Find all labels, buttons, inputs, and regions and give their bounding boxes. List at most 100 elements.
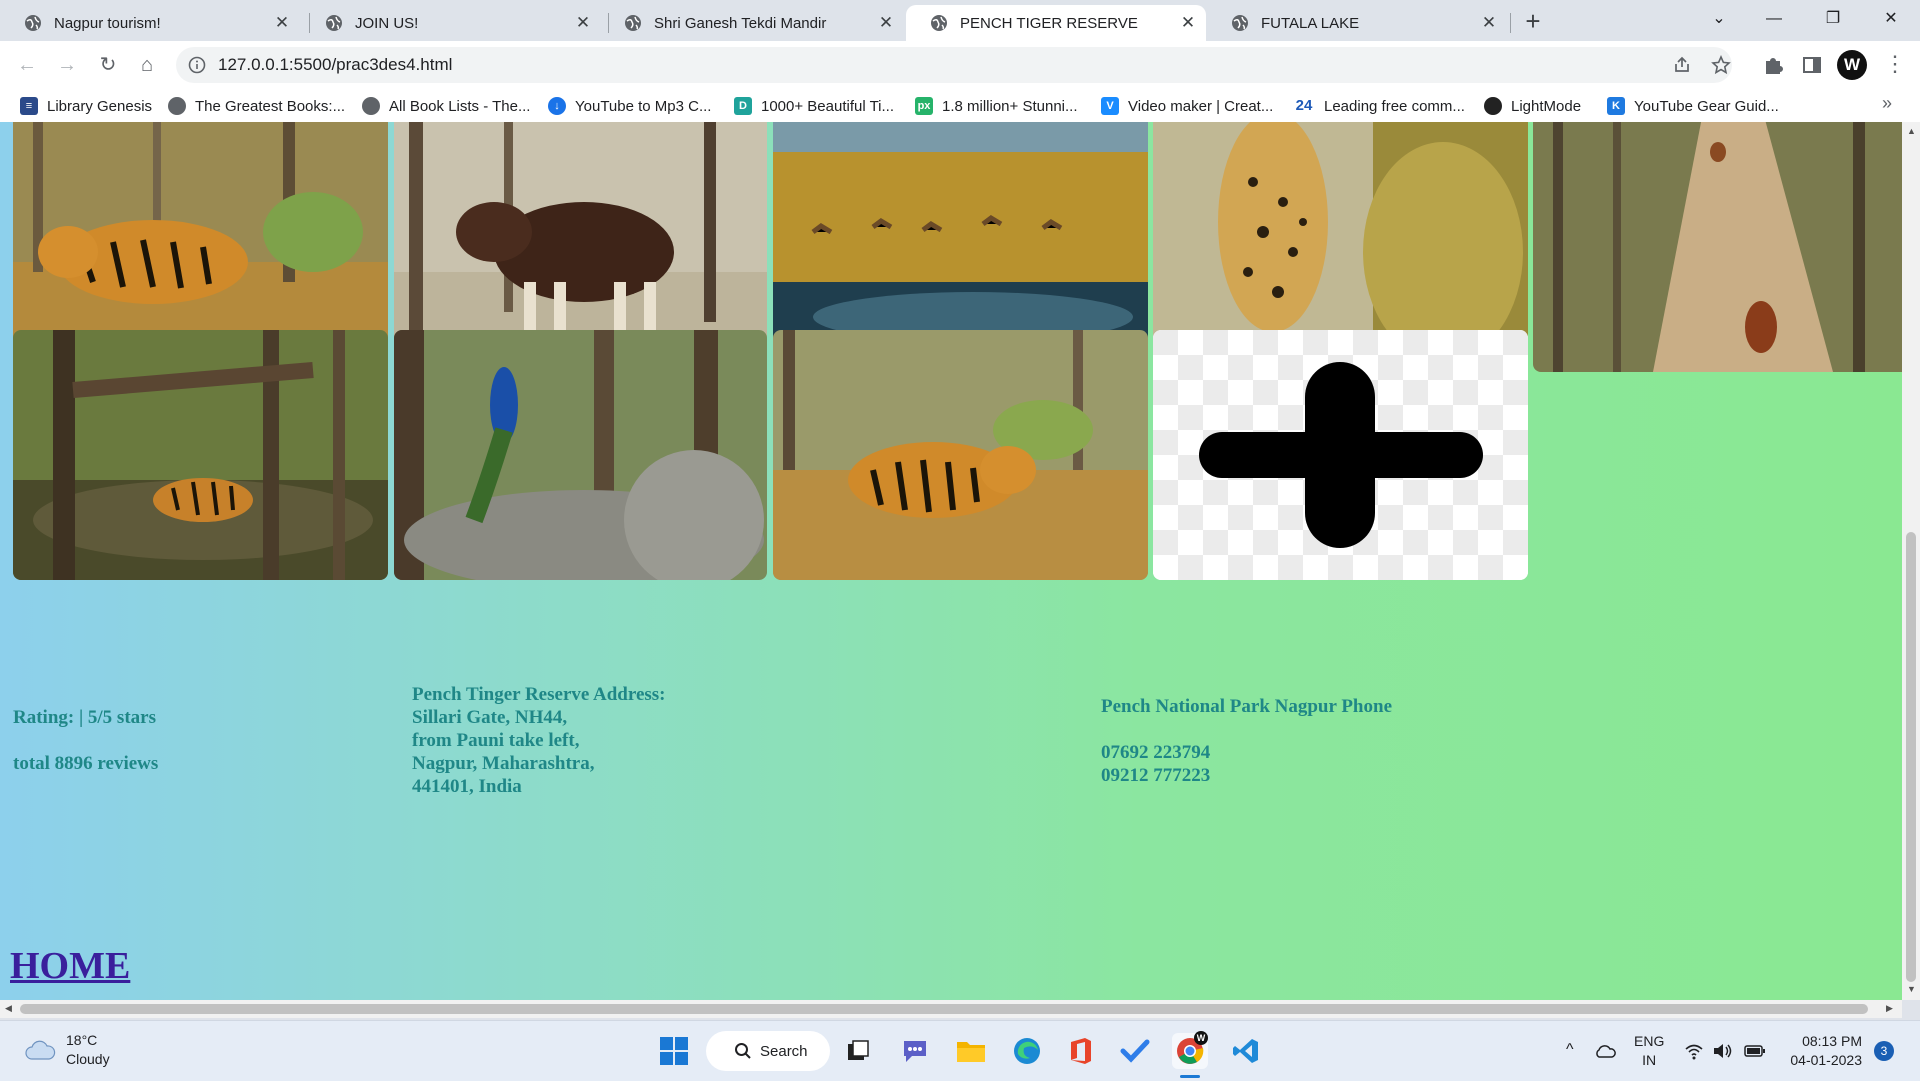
bookmark-star-icon[interactable] [1711, 55, 1731, 75]
scroll-down-arrow-icon[interactable]: ▼ [1907, 984, 1916, 994]
globe-icon [362, 97, 380, 115]
phone-number: 09212 777223 [1101, 765, 1211, 786]
bookmark-stunning-images[interactable]: px 1.8 million+ Stunni... [915, 95, 1078, 117]
minimize-button[interactable]: — [1751, 0, 1797, 40]
edge-button[interactable] [1009, 1033, 1045, 1069]
tab-title: JOIN US! [355, 14, 419, 32]
task-view-button[interactable] [840, 1033, 876, 1069]
tab-join-us[interactable]: JOIN US! ✕ [301, 5, 601, 41]
vscode-icon [1233, 1039, 1258, 1063]
globe-icon [625, 15, 641, 31]
bookmark-youtube-mp3[interactable]: ↓ YouTube to Mp3 C... [548, 95, 711, 117]
bookmark-all-book-lists[interactable]: All Book Lists - The... [362, 95, 530, 117]
profile-avatar[interactable]: W [1837, 50, 1867, 80]
peacock-image [394, 330, 767, 580]
scroll-up-arrow-icon[interactable]: ▲ [1907, 126, 1916, 136]
address-heading: Pench Tinger Reserve Address: [412, 684, 666, 705]
k-icon: K [1607, 97, 1625, 115]
cloud-download-icon: ↓ [548, 97, 566, 115]
bookmark-label: The Greatest Books:... [195, 97, 346, 115]
address-block: Pench Tinger Reserve Address: Sillari Ga… [412, 683, 666, 798]
phone-block: Pench National Park Nagpur Phone 07692 2… [1101, 695, 1392, 787]
home-button[interactable]: ⌂ [132, 50, 162, 80]
bookmark-video-maker[interactable]: V Video maker | Creat... [1101, 95, 1273, 117]
close-icon[interactable]: ✕ [1176, 13, 1200, 33]
address-line: Nagpur, Maharashtra, [412, 753, 595, 774]
restore-button[interactable]: ❐ [1810, 0, 1856, 40]
notification-badge[interactable]: 3 [1874, 1041, 1894, 1061]
bookmark-beautiful-tiles[interactable]: D 1000+ Beautiful Ti... [734, 95, 894, 117]
weather-widget[interactable]: 18°C Cloudy [24, 1031, 110, 1069]
close-icon[interactable]: ✕ [270, 13, 294, 33]
office-button[interactable] [1063, 1033, 1099, 1069]
home-link[interactable]: HOME [10, 944, 130, 988]
show-hidden-icons-chevron-icon[interactable]: ^ [1566, 1041, 1574, 1059]
side-panel-icon[interactable] [1799, 52, 1825, 78]
checkmark-icon [1120, 1039, 1150, 1063]
horizontal-scrollbar[interactable]: ◀ ▶ [0, 1000, 1902, 1018]
rating-block: Rating: | 5/5 stars total 8896 reviews [13, 706, 158, 775]
tiger-water-image [13, 330, 388, 580]
tab-pench-tiger-reserve[interactable]: PENCH TIGER RESERVE ✕ [906, 5, 1206, 41]
forward-button[interactable]: → [52, 50, 82, 80]
bookmark-lightmode[interactable]: LightMode [1484, 95, 1581, 117]
scroll-right-arrow-icon[interactable]: ▶ [1886, 1003, 1893, 1014]
battery-icon[interactable] [1744, 1044, 1766, 1058]
add-image-placeholder[interactable] [1153, 330, 1528, 580]
extensions-icon[interactable] [1760, 52, 1786, 78]
chat-button[interactable] [897, 1033, 933, 1069]
back-button[interactable]: ← [12, 50, 42, 80]
edge-icon [1014, 1038, 1040, 1064]
share-icon[interactable] [1672, 55, 1692, 75]
close-icon[interactable]: ✕ [1477, 13, 1501, 33]
tiger-walking-image [773, 330, 1148, 580]
browser-toolbar: ← → ↻ ⌂ 127.0.0.1:5500/prac3des4.html W … [0, 41, 1920, 89]
file-explorer-button[interactable] [953, 1033, 989, 1069]
chrome-button[interactable]: W [1172, 1031, 1208, 1069]
v-icon: V [1101, 97, 1119, 115]
wifi-icon[interactable] [1684, 1042, 1704, 1060]
reload-button[interactable]: ↻ [93, 50, 123, 80]
new-tab-button[interactable]: + [1518, 7, 1548, 37]
onedrive-icon[interactable] [1594, 1043, 1616, 1059]
close-icon[interactable]: ✕ [874, 13, 898, 33]
reviews-count: total 8896 reviews [13, 753, 159, 774]
address-line: Sillari Gate, NH44, [412, 707, 568, 728]
address-bar[interactable]: 127.0.0.1:5500/prac3des4.html [176, 47, 1732, 83]
scroll-left-arrow-icon[interactable]: ◀ [5, 1003, 12, 1014]
tab-search-chevron-icon[interactable]: ⌄ [1696, 0, 1742, 40]
bookmark-label: Library Genesis [47, 97, 153, 115]
bookmark-leading-free[interactable]: 24 Leading free comm... [1293, 95, 1465, 117]
vscode-button[interactable] [1228, 1033, 1264, 1069]
search-icon [735, 1043, 751, 1059]
tab-ganesh-tekdi[interactable]: Shri Ganesh Tekdi Mandir ✕ [600, 5, 904, 41]
tab-nagpur-tourism[interactable]: Nagpur tourism! ✕ [0, 5, 300, 41]
clock[interactable]: 08:13 PM 04-01-2023 [1782, 1032, 1862, 1070]
start-button[interactable] [656, 1033, 692, 1069]
bookmark-greatest-books[interactable]: The Greatest Books:... [168, 95, 345, 117]
horizontal-scroll-thumb[interactable] [20, 1004, 1868, 1014]
taskbar-search[interactable]: Search [706, 1031, 830, 1071]
vertical-scrollbar[interactable]: ▲ ▼ [1902, 122, 1920, 1000]
tab-strip: Nagpur tourism! ✕ JOIN US! ✕ Shri Ganesh… [0, 0, 1920, 41]
language-indicator[interactable]: ENG IN [1634, 1032, 1664, 1070]
kebab-menu-icon[interactable]: ⋮ [1884, 52, 1906, 78]
active-app-indicator [1180, 1075, 1200, 1078]
url-text: 127.0.0.1:5500/prac3des4.html [218, 55, 453, 74]
bookmarks-overflow-chevron-icon[interactable]: » [1882, 93, 1892, 114]
bookmark-youtube-gear[interactable]: K YouTube Gear Guid... [1607, 95, 1779, 117]
info-icon[interactable] [188, 56, 206, 74]
volume-icon[interactable] [1712, 1042, 1734, 1060]
tab-title: FUTALA LAKE [1261, 14, 1360, 32]
close-icon[interactable]: ✕ [571, 13, 595, 33]
tab-futala-lake[interactable]: FUTALA LAKE ✕ [1207, 5, 1507, 41]
24-icon: 24 [1295, 97, 1313, 114]
tab-title: PENCH TIGER RESERVE [960, 14, 1138, 32]
bookmark-library-genesis[interactable]: ≡ Library Genesis [20, 95, 152, 117]
todo-button[interactable] [1117, 1033, 1153, 1069]
plus-icon [1153, 330, 1528, 580]
phone-number: 07692 223794 [1101, 742, 1211, 763]
vertical-scroll-thumb[interactable] [1906, 532, 1916, 982]
close-window-button[interactable]: ✕ [1868, 0, 1914, 40]
bookmark-label: 1000+ Beautiful Ti... [761, 97, 895, 115]
